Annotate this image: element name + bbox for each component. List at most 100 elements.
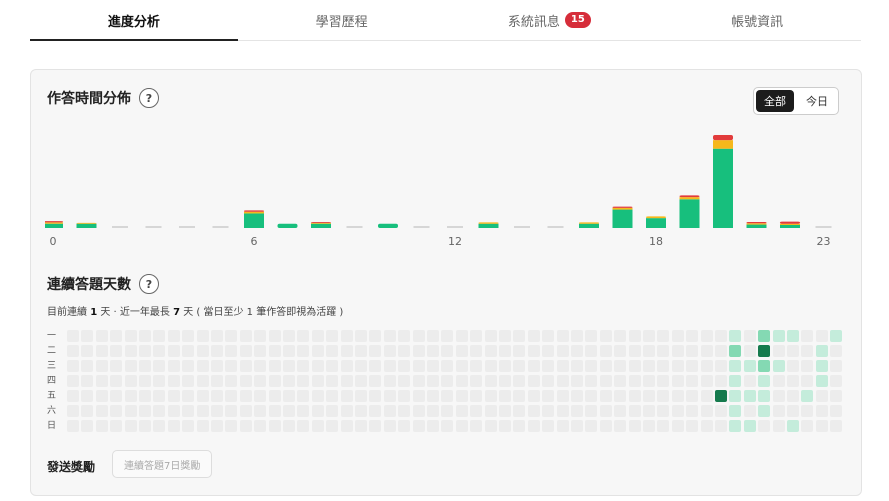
bar-segment[interactable]	[746, 222, 767, 224]
heatmap-cell	[571, 420, 583, 432]
heatmap-cell	[67, 330, 79, 342]
bar-segment[interactable]	[277, 223, 298, 228]
heatmap-cell	[527, 390, 540, 402]
heatmap-cell-active	[787, 330, 799, 342]
heatmap-cell	[815, 390, 828, 402]
bar-segment[interactable]	[780, 221, 800, 224]
heatmap-cell	[110, 420, 123, 432]
bar-segment[interactable]	[45, 223, 63, 228]
bar-segment[interactable]	[244, 211, 264, 214]
empty-hour-marker	[346, 226, 363, 228]
heatmap-cell	[225, 405, 238, 417]
heatmap-cell	[95, 390, 108, 402]
bar-segment[interactable]	[713, 148, 733, 228]
x-tick-label: 0	[50, 235, 57, 248]
bar-segment[interactable]	[478, 222, 499, 224]
bar-segment[interactable]	[311, 222, 331, 223]
heatmap-cell	[513, 390, 526, 402]
heatmap-cell	[455, 390, 468, 402]
bar-segment[interactable]	[579, 222, 599, 224]
bar-segment[interactable]	[646, 216, 666, 219]
bar-segment[interactable]	[311, 222, 331, 224]
heatmap-cell	[686, 330, 699, 342]
heatmap-cell	[182, 375, 195, 387]
heatmap-cell	[95, 360, 108, 372]
tab-learning-history[interactable]: 學習歷程	[238, 0, 446, 40]
empty-hour-marker	[212, 226, 229, 228]
heatmap-cell	[758, 420, 771, 432]
heatmap-cell	[139, 360, 151, 372]
heatmap-cell	[599, 345, 612, 357]
heatmap-cell	[412, 330, 425, 342]
bar-segment[interactable]	[713, 135, 733, 141]
bar-segment[interactable]	[76, 222, 97, 224]
heatmap-cell	[225, 390, 238, 402]
heatmap-cell	[585, 420, 598, 432]
heatmap-cell	[182, 420, 195, 432]
streak-summary: 目前連續 1 天 · 近一年最長 7 天 ( 當日至少 1 筆作答即視為活躍 )	[47, 303, 343, 318]
bar-segment[interactable]	[780, 223, 800, 225]
bar-segment[interactable]	[76, 223, 97, 228]
heatmap-cell	[830, 405, 843, 417]
bar-segment[interactable]	[45, 222, 63, 224]
heatmap-cell	[556, 405, 569, 417]
bar-segment[interactable]	[780, 225, 800, 228]
heatmap-cell	[182, 360, 195, 372]
bar-segment[interactable]	[679, 197, 700, 200]
heatmap-cell	[412, 405, 425, 417]
heatmap-cell	[196, 420, 209, 432]
heatmap-cell	[671, 420, 684, 432]
bar-segment[interactable]	[612, 206, 633, 208]
heatmap-cell	[571, 345, 583, 357]
bar-segment[interactable]	[244, 213, 264, 228]
heatmap-cell	[254, 390, 267, 402]
toggle-today-button[interactable]: 今日	[796, 88, 838, 114]
streak-reward-button[interactable]: 連續答題7日獎勵	[112, 450, 213, 478]
heatmap-cell	[455, 360, 468, 372]
tab-progress-analysis[interactable]: 進度分析	[30, 0, 238, 41]
heatmap-cell	[67, 405, 79, 417]
heatmap-cell	[585, 390, 598, 402]
bar-segment[interactable]	[713, 140, 733, 149]
bar-segment[interactable]	[579, 223, 599, 228]
bar-segment[interactable]	[378, 223, 398, 228]
toggle-all-button[interactable]: 全部	[756, 90, 794, 112]
heatmap-cell	[772, 405, 785, 417]
heatmap-cell	[340, 375, 353, 387]
bar-segment[interactable]	[679, 199, 700, 228]
bar-segment[interactable]	[612, 209, 633, 228]
heatmap-cell-active	[743, 360, 756, 372]
heatmap-cell	[268, 345, 281, 357]
bar-segment[interactable]	[612, 207, 633, 210]
heatmap-cell	[585, 405, 598, 417]
bar-segment[interactable]	[311, 223, 331, 228]
heatmap-cell	[297, 405, 310, 417]
tab-system-messages[interactable]: 系統訊息 15	[446, 0, 654, 40]
bar-segment[interactable]	[646, 218, 666, 228]
heatmap-cell	[614, 345, 627, 357]
heatmap-cell	[167, 330, 180, 342]
bar-segment[interactable]	[746, 224, 767, 228]
heatmap-cell	[671, 330, 684, 342]
heatmap-cell	[81, 375, 94, 387]
tab-account-info[interactable]: 帳號資訊	[653, 0, 861, 40]
heatmap-cell	[484, 375, 497, 387]
bar-segment[interactable]	[746, 223, 767, 225]
heatmap-cell	[369, 345, 382, 357]
bar-segment[interactable]	[478, 223, 499, 228]
heatmap-cell	[211, 390, 223, 402]
help-icon[interactable]: ?	[139, 274, 159, 294]
bar-segment[interactable]	[244, 210, 264, 212]
bar-segment[interactable]	[45, 221, 63, 223]
help-icon[interactable]: ?	[139, 88, 159, 108]
heatmap-cell	[225, 345, 238, 357]
heatmap-cell	[441, 345, 454, 357]
streak-prefix: 目前連續	[47, 307, 87, 318]
heatmap-cell	[167, 420, 180, 432]
weekday-label: 五	[47, 391, 57, 401]
heatmap-cell	[398, 375, 411, 387]
heatmap-cell	[556, 360, 569, 372]
time-range-toggle: 全部 今日	[753, 87, 839, 115]
bar-segment[interactable]	[679, 195, 700, 198]
heatmap-cell	[643, 405, 655, 417]
